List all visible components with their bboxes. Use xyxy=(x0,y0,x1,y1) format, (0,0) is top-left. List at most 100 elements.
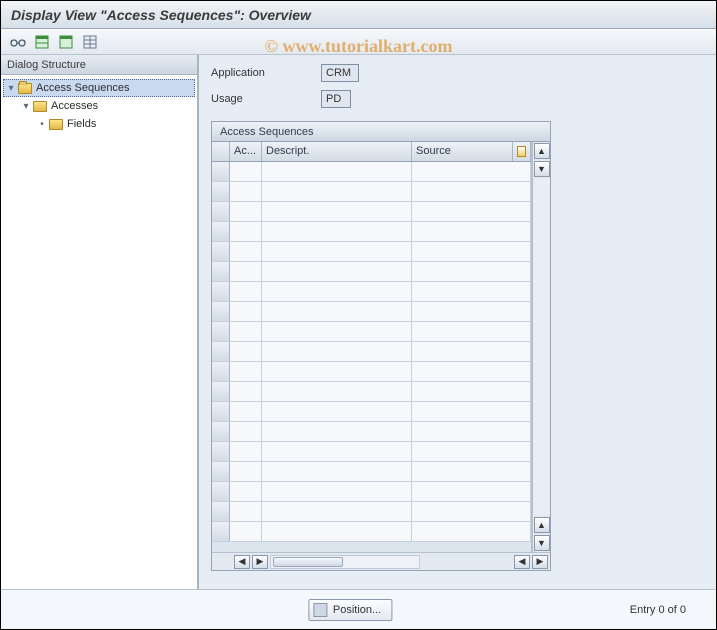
table-row[interactable] xyxy=(212,262,531,282)
cell-ac[interactable] xyxy=(230,282,262,301)
row-selector[interactable] xyxy=(212,222,230,241)
cell-source[interactable] xyxy=(412,502,531,521)
cell-ac[interactable] xyxy=(230,382,262,401)
cell-descript[interactable] xyxy=(262,382,412,401)
table-row[interactable] xyxy=(212,382,531,402)
table-row[interactable] xyxy=(212,502,531,522)
horizontal-scroll-thumb[interactable] xyxy=(273,557,343,567)
cell-source[interactable] xyxy=(412,482,531,501)
tree-expander-icon[interactable]: ▾ xyxy=(21,101,31,112)
cell-descript[interactable] xyxy=(262,482,412,501)
cell-descript[interactable] xyxy=(262,342,412,361)
row-selector[interactable] xyxy=(212,342,230,361)
dialog-structure-tree[interactable]: ▾ Access Sequences ▾ Accesses • Fields xyxy=(1,75,197,589)
table-row[interactable] xyxy=(212,462,531,482)
table-row[interactable] xyxy=(212,522,531,542)
cell-descript[interactable] xyxy=(262,462,412,481)
position-button[interactable]: Position... xyxy=(308,599,392,621)
table-row[interactable] xyxy=(212,362,531,382)
table-row[interactable] xyxy=(212,182,531,202)
cell-descript[interactable] xyxy=(262,182,412,201)
cell-ac[interactable] xyxy=(230,222,262,241)
cell-ac[interactable] xyxy=(230,402,262,421)
horizontal-scrollbar[interactable]: ◀ ▶ ◀ ▶ xyxy=(212,552,550,570)
table-row[interactable] xyxy=(212,242,531,262)
row-selector[interactable] xyxy=(212,462,230,481)
cell-ac[interactable] xyxy=(230,322,262,341)
cell-ac[interactable] xyxy=(230,302,262,321)
scroll-up-step-button[interactable]: ▲ xyxy=(534,517,550,533)
row-selector[interactable] xyxy=(212,322,230,341)
row-selector[interactable] xyxy=(212,362,230,381)
column-header-ac[interactable]: Ac... xyxy=(230,142,262,161)
column-header-selector[interactable] xyxy=(212,142,230,161)
cell-descript[interactable] xyxy=(262,202,412,221)
table-row[interactable] xyxy=(212,222,531,242)
table-row[interactable] xyxy=(212,402,531,422)
row-selector[interactable] xyxy=(212,262,230,281)
vertical-scrollbar[interactable]: ▲ ▼ ▲ ▼ xyxy=(532,142,550,552)
row-selector[interactable] xyxy=(212,242,230,261)
cell-source[interactable] xyxy=(412,262,531,281)
scroll-right-step-button[interactable]: ▶ xyxy=(252,555,268,569)
table-row[interactable] xyxy=(212,162,531,182)
cell-ac[interactable] xyxy=(230,502,262,521)
scroll-right-button[interactable]: ▶ xyxy=(532,555,548,569)
table-row[interactable] xyxy=(212,302,531,322)
table-expand-icon[interactable] xyxy=(31,32,53,52)
tree-node-accesses[interactable]: ▾ Accesses xyxy=(3,97,195,115)
vertical-scroll-track[interactable] xyxy=(534,179,550,515)
glasses-toggle-icon[interactable] xyxy=(7,32,29,52)
table-row[interactable] xyxy=(212,342,531,362)
cell-descript[interactable] xyxy=(262,302,412,321)
table-collapse-icon[interactable] xyxy=(55,32,77,52)
cell-ac[interactable] xyxy=(230,522,262,541)
cell-source[interactable] xyxy=(412,382,531,401)
cell-descript[interactable] xyxy=(262,282,412,301)
cell-source[interactable] xyxy=(412,322,531,341)
cell-descript[interactable] xyxy=(262,222,412,241)
cell-source[interactable] xyxy=(412,202,531,221)
cell-ac[interactable] xyxy=(230,462,262,481)
row-selector[interactable] xyxy=(212,422,230,441)
cell-descript[interactable] xyxy=(262,402,412,421)
cell-descript[interactable] xyxy=(262,362,412,381)
table-row[interactable] xyxy=(212,442,531,462)
table-row[interactable] xyxy=(212,422,531,442)
cell-source[interactable] xyxy=(412,522,531,541)
table-row[interactable] xyxy=(212,202,531,222)
horizontal-scroll-track[interactable] xyxy=(270,555,420,569)
row-selector[interactable] xyxy=(212,502,230,521)
cell-source[interactable] xyxy=(412,182,531,201)
cell-source[interactable] xyxy=(412,302,531,321)
scroll-down-step-button[interactable]: ▼ xyxy=(534,161,550,177)
cell-source[interactable] xyxy=(412,342,531,361)
tree-node-access-sequences[interactable]: ▾ Access Sequences xyxy=(3,79,195,97)
cell-source[interactable] xyxy=(412,362,531,381)
cell-descript[interactable] xyxy=(262,522,412,541)
cell-source[interactable] xyxy=(412,422,531,441)
row-selector[interactable] xyxy=(212,202,230,221)
cell-source[interactable] xyxy=(412,222,531,241)
table-row[interactable] xyxy=(212,322,531,342)
cell-descript[interactable] xyxy=(262,242,412,261)
cell-source[interactable] xyxy=(412,242,531,261)
cell-ac[interactable] xyxy=(230,422,262,441)
cell-ac[interactable] xyxy=(230,202,262,221)
table-configure-button[interactable] xyxy=(513,142,531,161)
row-selector[interactable] xyxy=(212,382,230,401)
cell-source[interactable] xyxy=(412,162,531,181)
cell-descript[interactable] xyxy=(262,422,412,441)
row-selector[interactable] xyxy=(212,482,230,501)
cell-ac[interactable] xyxy=(230,342,262,361)
cell-descript[interactable] xyxy=(262,162,412,181)
scroll-left-button[interactable]: ◀ xyxy=(234,555,250,569)
cell-ac[interactable] xyxy=(230,182,262,201)
cell-ac[interactable] xyxy=(230,262,262,281)
cell-descript[interactable] xyxy=(262,322,412,341)
cell-ac[interactable] xyxy=(230,482,262,501)
row-selector[interactable] xyxy=(212,402,230,421)
cell-ac[interactable] xyxy=(230,242,262,261)
scroll-left-step-button[interactable]: ◀ xyxy=(514,555,530,569)
cell-ac[interactable] xyxy=(230,442,262,461)
